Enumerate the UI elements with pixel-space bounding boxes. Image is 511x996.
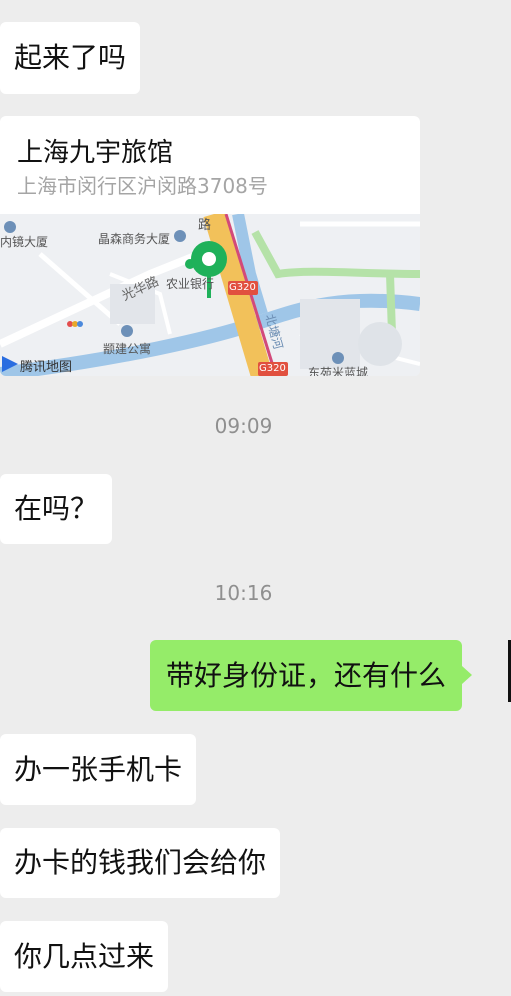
highway-shield: G320 [259,363,286,374]
message-text: 起来了吗 [14,41,127,74]
message-bubble-outgoing[interactable]: 带好身份证，还有什么 [150,640,473,711]
message-bubble[interactable]: 办一张手机卡 [0,734,197,805]
location-address: 上海市闵行区沪闵路3708号 [17,174,268,198]
map-label: 路 [198,218,212,233]
message-bubble[interactable]: 你几点过来 [0,921,169,992]
map-label: 晶森商务大厦 [98,232,171,246]
message-text: 带好身份证，还有什么 [166,658,447,692]
message-bubble[interactable]: 在吗？ [0,474,113,544]
message-bubble[interactable]: 起来了吗 [0,22,141,94]
highway-shield: G320 [229,282,256,293]
message-bubble[interactable]: 办卡的钱我们会给你 [0,828,281,898]
map-label: 农业银行 [166,277,215,291]
location-name: 上海九宇旅馆 [17,138,174,168]
message-text: 在吗？ [14,492,99,525]
map-label: 颛建公寓 [103,342,152,356]
timestamp: 09:09 [214,414,273,438]
map-brand: 腾讯地图 [20,360,73,375]
timestamp: 10:16 [214,581,273,605]
message-text: 办卡的钱我们会给你 [14,846,267,879]
map-graphic [0,210,420,376]
map-preview[interactable]: 内镜大厦 晶森商务大厦 农业银行 光华路 颛建公寓 路 G320 G320 北塘… [0,210,420,376]
message-text: 办一张手机卡 [14,752,183,786]
message-text: 你几点过来 [14,939,155,973]
chat-screen: 起来了吗 上海九宇旅馆 上海市闵行区沪闵路3708号 内镜大厦 晶森商务大厦 农… [0,0,511,996]
map-label: 东苑米蓝城 [308,366,369,376]
map-label: 内镜大厦 [0,235,49,249]
location-card[interactable]: 上海九宇旅馆 上海市闵行区沪闵路3708号 内镜大厦 晶森商务大厦 农业银行 光… [0,116,420,376]
